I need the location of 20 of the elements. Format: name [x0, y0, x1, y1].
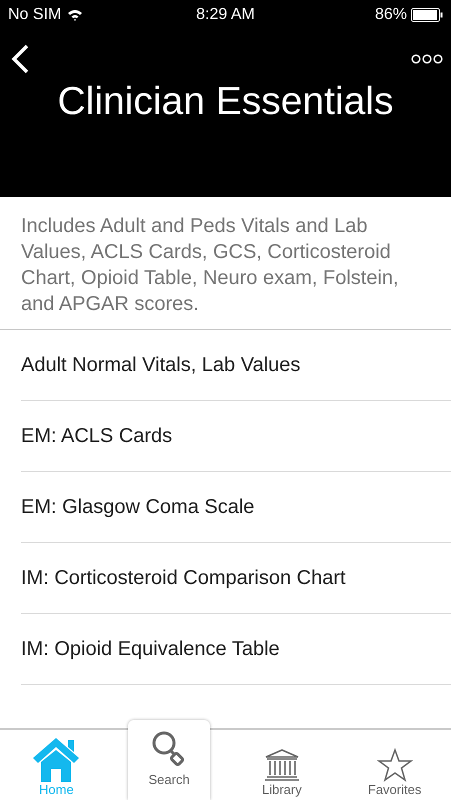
clock-time: 8:29 AM [196, 6, 255, 24]
description-text: Includes Adult and Peds Vitals and Lab Values, ACLS Cards, GCS, Corticosteroid Chart, Opioid Table, Neuro exam, Folstein, and APGAR scores. [0, 197, 451, 330]
list-item[interactable]: Adult Normal Vitals, Lab Values [21, 330, 451, 401]
battery-percent: 86% [374, 6, 407, 24]
tab-bar-item[interactable]: Search [128, 720, 210, 800]
page-title: Clinician Essentials [56, 80, 394, 124]
battery-icon [411, 8, 443, 22]
list-item[interactable]: EM: ACLS Cards [21, 401, 451, 472]
home-icon [31, 736, 82, 782]
tab-bar-item[interactable]: Favorites [338, 730, 451, 800]
list-item[interactable]: EM: Glasgow Coma Scale [21, 472, 451, 543]
back-icon[interactable] [10, 44, 30, 74]
carrier-label: No SIM [8, 6, 62, 24]
more-icon[interactable] [411, 54, 443, 64]
wifi-icon [67, 9, 84, 21]
list-item[interactable]: IM: Opioid Equivalence Table [21, 614, 451, 685]
building-icon [264, 748, 300, 782]
tab-bar-item[interactable]: Library [226, 730, 338, 800]
list-item[interactable]: IM: Corticosteroid Comparison Chart [21, 543, 451, 614]
star-icon [376, 748, 413, 782]
